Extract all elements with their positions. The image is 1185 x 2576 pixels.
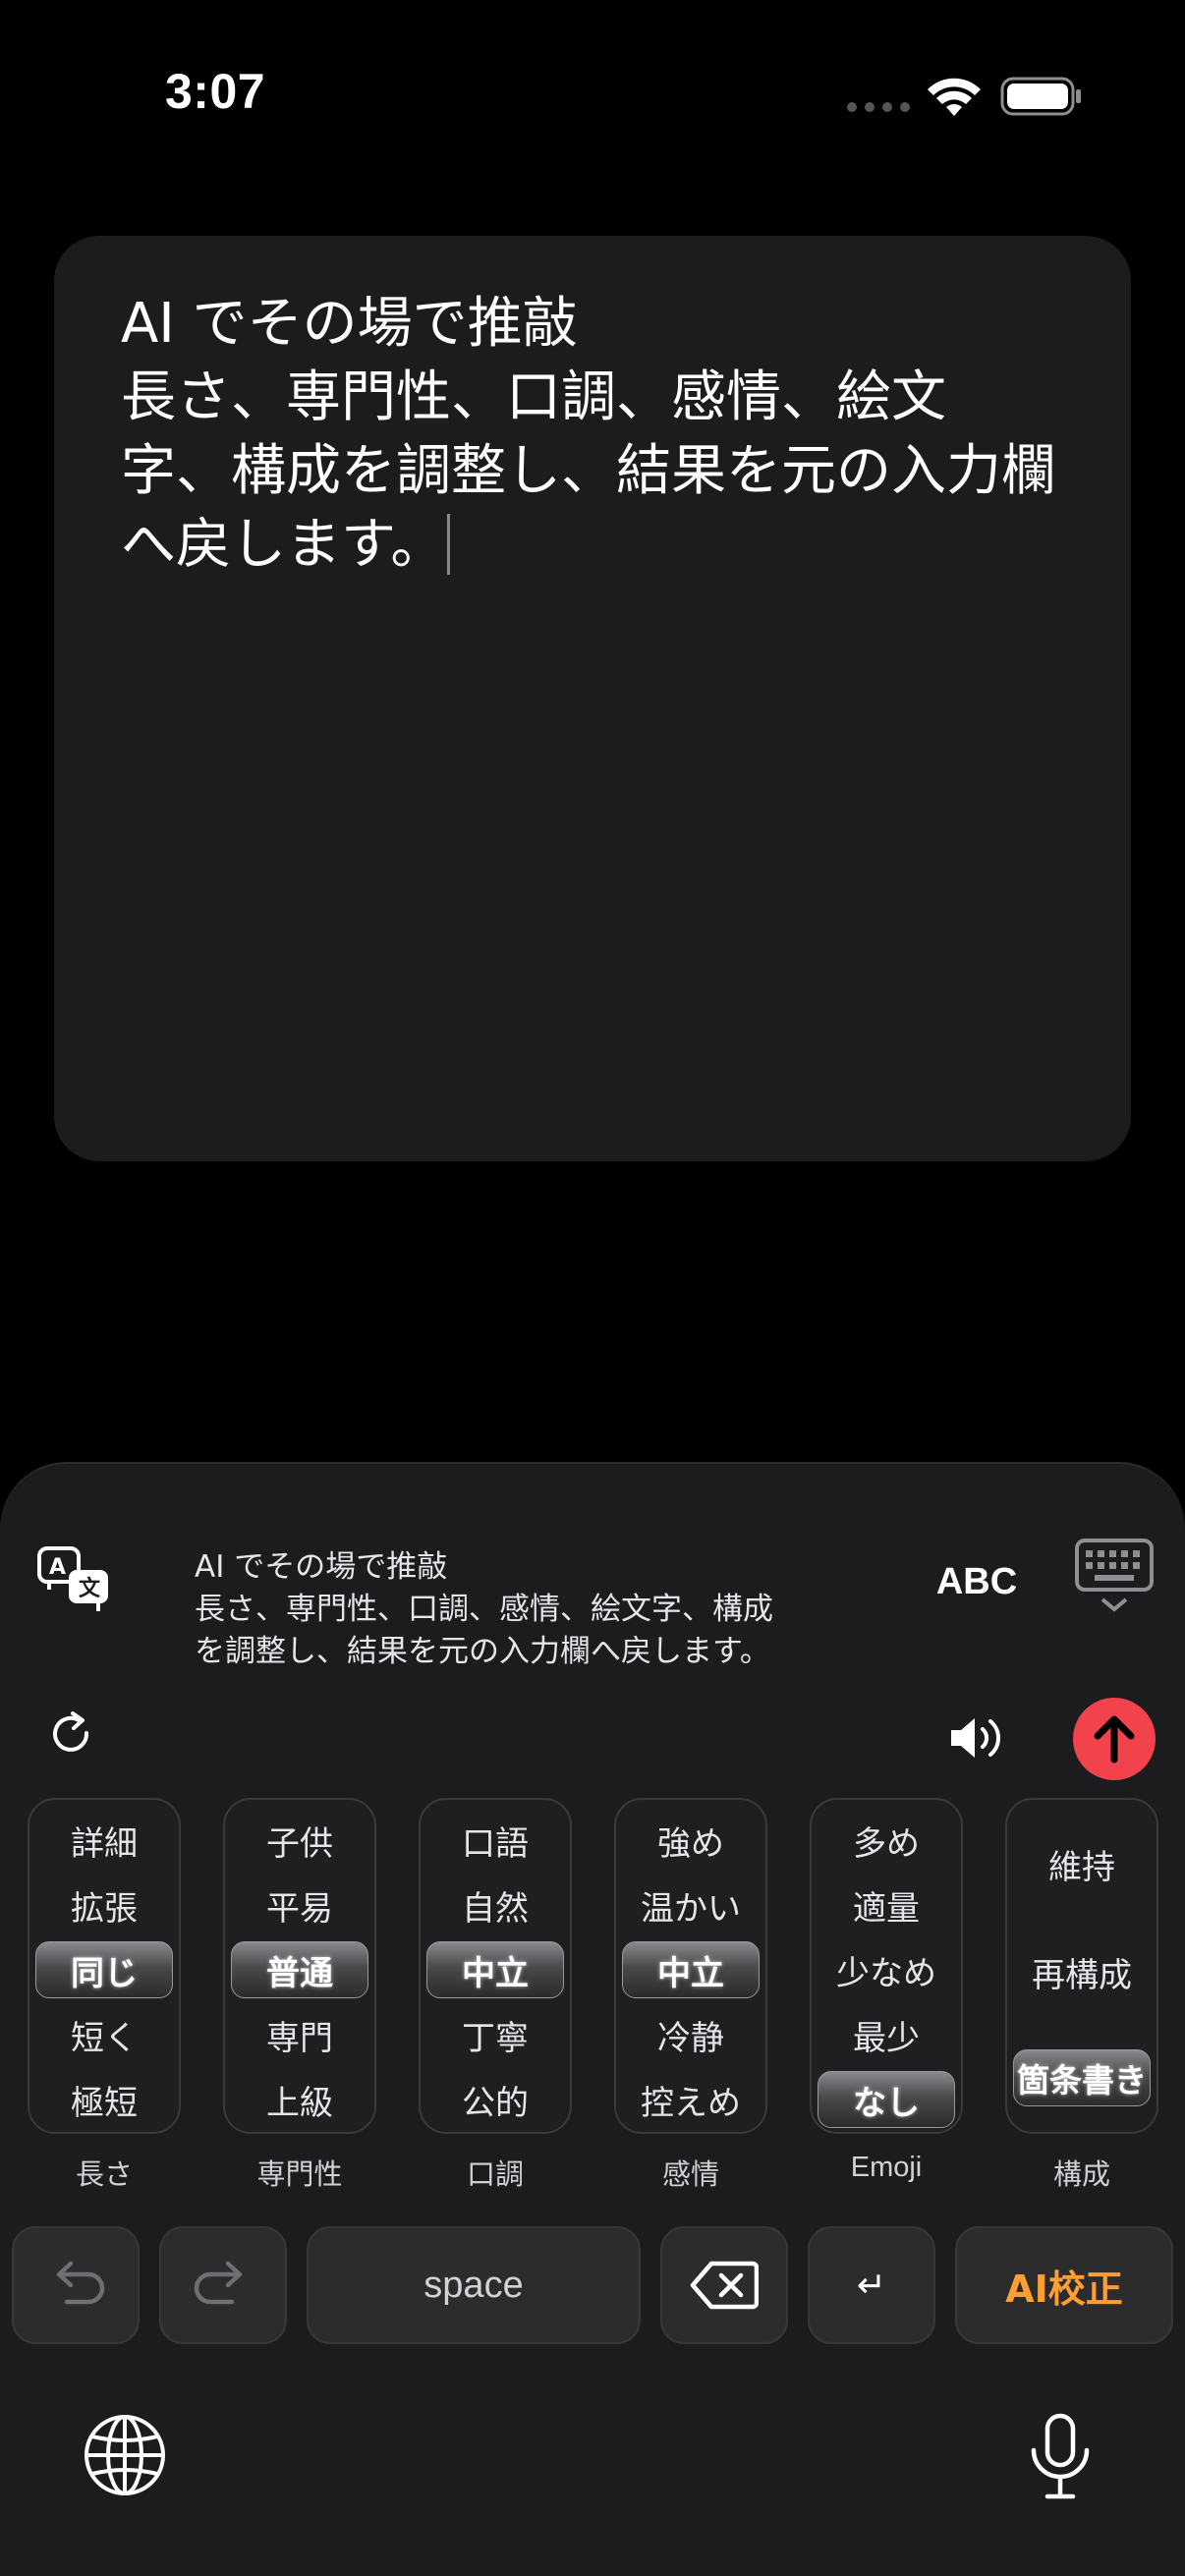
picker-emoji[interactable]: 多め 適量 少なめ 最少 なし (810, 1798, 963, 2134)
picker-item[interactable]: 強め (616, 1812, 765, 1869)
globe-icon[interactable] (83, 2413, 167, 2497)
picker-item[interactable]: 自然 (421, 1876, 570, 1933)
picker-label-expertise: 専門性 (256, 2157, 343, 2191)
status-time: 3:07 (165, 64, 266, 119)
editor-text[interactable]: AI でその場で推敲 長さ、専門性、口調、感情、絵文 字、構成を調整し、結果を元… (121, 287, 1103, 582)
picker-item[interactable]: 少なめ (812, 1941, 961, 1998)
battery-icon (1000, 77, 1081, 116)
svg-text:A: A (49, 1555, 66, 1580)
picker-item[interactable]: 詳細 (29, 1812, 179, 1869)
send-button[interactable] (1073, 1698, 1156, 1780)
wifi-icon (928, 78, 981, 116)
picker-tone[interactable]: 口語 自然 中立 丁寧 公的 (419, 1798, 572, 2134)
picker-length[interactable]: 詳細 拡張 同じ 短く 極短 (28, 1798, 181, 2134)
picker-item[interactable]: 極短 (29, 2071, 179, 2128)
picker-item[interactable]: 温かい (616, 1876, 765, 1933)
picker-item[interactable]: 控えめ (616, 2071, 765, 2128)
abc-button[interactable]: ABC (931, 1552, 1022, 1611)
redo-icon (194, 2261, 243, 2305)
picker-item[interactable]: 冷静 (616, 2006, 765, 2063)
picker-structure[interactable]: 維持 再構成 箇条書き (1005, 1798, 1158, 2134)
picker-label-emotion: 感情 (661, 2157, 719, 2191)
ai-proofread-label: AI校正 (1005, 2267, 1123, 2311)
ai-proofread-button[interactable]: AI校正 (955, 2226, 1173, 2344)
picker-item[interactable]: 拡張 (29, 1876, 179, 1933)
picker-item-selected[interactable]: 箇条書き (1013, 2049, 1151, 2106)
picker-item[interactable]: 短く (29, 2006, 179, 2063)
preview-text: AI でその場で推敲 長さ、専門性、口調、感情、絵文字、構成 を調整し、結果を元… (195, 1549, 773, 1669)
delete-key[interactable] (660, 2226, 788, 2344)
picker-emotion[interactable]: 強め 温かい 中立 冷静 控えめ (614, 1798, 767, 2134)
space-key[interactable]: space (307, 2226, 641, 2344)
picker-item[interactable]: 上級 (225, 2071, 374, 2128)
picker-item[interactable]: 多め (812, 1812, 961, 1869)
picker-expertise[interactable]: 子供 平易 普通 専門 上級 (223, 1798, 376, 2134)
text-editor[interactable]: AI でその場で推敲 長さ、専門性、口調、感情、絵文 字、構成を調整し、結果を元… (54, 236, 1131, 1161)
picker-label-emoji: Emoji (850, 2152, 923, 2183)
picker-item[interactable]: 口語 (421, 1812, 570, 1869)
picker-label-tone: 口調 (466, 2157, 524, 2191)
picker-item-selected[interactable]: 中立 (622, 1941, 760, 1998)
picker-item[interactable]: 丁寧 (421, 2006, 570, 2063)
keyboard-switch-icon[interactable] (1073, 1537, 1156, 1615)
send-arrow-icon (1094, 1715, 1135, 1764)
ai-keyboard: A 文 AI でその場で推敲 長さ、専門性、口調、感情、絵文字、構成 を調整し、… (0, 1462, 1185, 2576)
picker-item-selected[interactable]: 中立 (426, 1941, 564, 1998)
translate-icon[interactable]: A 文 (35, 1544, 112, 1613)
text-caret (447, 514, 451, 575)
picker-label-structure: 構成 (1052, 2157, 1110, 2191)
picker-item[interactable]: 適量 (812, 1876, 961, 1933)
signal-dots-icon (847, 102, 910, 112)
mic-icon[interactable] (1026, 2413, 1095, 2501)
undo-icon (56, 2261, 105, 2305)
picker-item-selected[interactable]: 同じ (35, 1941, 173, 1998)
picker-item[interactable]: 専門 (225, 2006, 374, 2063)
return-key[interactable]: ↵ (808, 2226, 935, 2344)
undo-button[interactable] (12, 2226, 140, 2344)
picker-item[interactable]: 子供 (225, 1812, 374, 1869)
svg-text:文: 文 (79, 1576, 101, 1601)
redo-button[interactable] (159, 2226, 287, 2344)
delete-icon (690, 2261, 759, 2310)
picker-item[interactable]: 再構成 (1007, 1943, 1157, 2000)
picker-item[interactable]: 最少 (812, 2006, 961, 2063)
picker-item-selected[interactable]: 普通 (231, 1941, 368, 1998)
picker-item[interactable]: 公的 (421, 2071, 570, 2128)
picker-item[interactable]: 維持 (1007, 1835, 1157, 1892)
picker-label-length: 長さ (75, 2157, 133, 2191)
screen: 3:07 AI でその場で推敲 長さ、専門性、口調、感情、絵文 字、構成を調整し… (0, 0, 1185, 2576)
picker-item-selected[interactable]: なし (818, 2071, 955, 2128)
picker-item[interactable]: 平易 (225, 1876, 374, 1933)
refresh-icon[interactable] (49, 1711, 96, 1761)
speaker-icon[interactable] (947, 1713, 1006, 1763)
space-key-label: space (423, 2264, 524, 2306)
return-icon: ↵ (856, 2265, 887, 2306)
